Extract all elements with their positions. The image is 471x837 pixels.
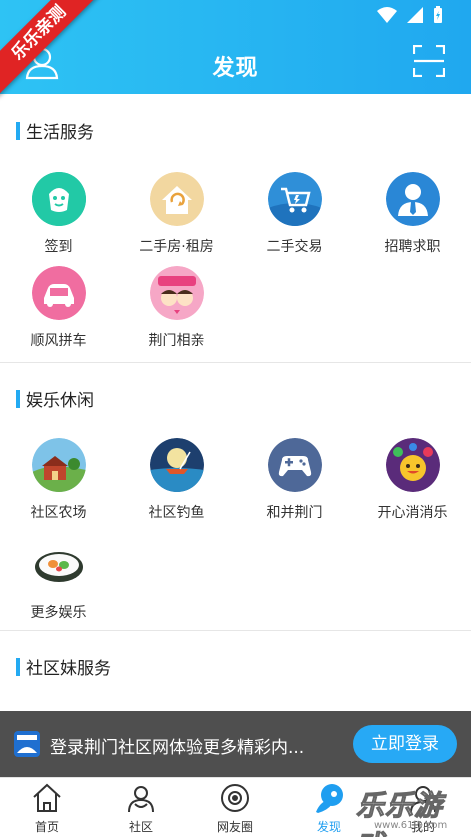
recruit-icon <box>385 172 440 226</box>
dating-icon <box>149 266 204 320</box>
house-icon <box>149 172 204 226</box>
top-header: 发现 乐乐亲测 <box>0 0 471 97</box>
section-accent-bar <box>16 389 20 408</box>
leisure-fishing[interactable]: 社区钓鱼 <box>118 438 235 522</box>
status-bar <box>377 6 443 24</box>
section-accent-bar <box>16 121 20 140</box>
cart-icon <box>267 172 322 226</box>
community-icon <box>128 786 154 813</box>
service-secondhand[interactable]: 二手交易 <box>236 172 353 256</box>
wifi-icon <box>377 7 397 23</box>
app-logo-icon <box>14 731 40 757</box>
checkin-icon <box>31 172 86 226</box>
section-title-leisure: 娱乐休闲 <box>16 386 94 411</box>
service-house[interactable]: 二手房·租房 <box>118 172 235 256</box>
leisure-candy[interactable]: 开心消消乐 <box>354 438 471 522</box>
fishing-icon <box>149 438 204 492</box>
gamepad-icon <box>267 438 322 492</box>
section-divider <box>0 362 471 363</box>
circle-icon <box>221 784 249 812</box>
nav-community[interactable]: 社区 <box>94 782 188 835</box>
nav-circle[interactable]: 网友圈 <box>188 782 282 835</box>
watermark-url: www.61l1.com <box>374 820 448 831</box>
section-title-life: 生活服务 <box>16 118 94 143</box>
farm-icon <box>31 438 86 492</box>
page-title: 发现 <box>212 56 259 81</box>
home-icon <box>33 783 61 812</box>
service-recruit[interactable]: 招聘求职 <box>354 172 471 256</box>
service-carpool[interactable]: 顺风拼车 <box>0 266 117 350</box>
section-accent-bar <box>16 657 20 676</box>
login-now-button[interactable]: 立即登录 <box>353 725 457 763</box>
service-dating[interactable]: 荆门相亲 <box>118 266 235 350</box>
discover-screen: 发现 乐乐亲测 生活服务 签到 二手房·租房 二手交易 招聘求职 顺风拼车 荆门… <box>0 0 471 837</box>
car-icon <box>31 266 86 320</box>
leisure-more[interactable]: 更多娱乐 <box>0 538 117 622</box>
leisure-merge[interactable]: 和并荆门 <box>236 438 353 522</box>
battery-icon <box>433 6 443 24</box>
discover-icon <box>316 784 343 813</box>
leisure-farm[interactable]: 社区农场 <box>0 438 117 522</box>
scan-icon[interactable] <box>412 44 446 78</box>
login-banner: 登录荆门社区网体验更多精彩内... 立即登录 <box>0 711 471 777</box>
login-prompt-text: 登录荆门社区网体验更多精彩内... <box>50 738 305 758</box>
sushi-icon <box>31 538 86 592</box>
service-checkin[interactable]: 签到 <box>0 172 117 256</box>
section-divider <box>0 630 471 631</box>
signal-icon <box>407 7 423 23</box>
section-title-community: 社区妹服务 <box>16 654 111 679</box>
candy-icon <box>385 438 440 492</box>
nav-home[interactable]: 首页 <box>0 782 94 835</box>
